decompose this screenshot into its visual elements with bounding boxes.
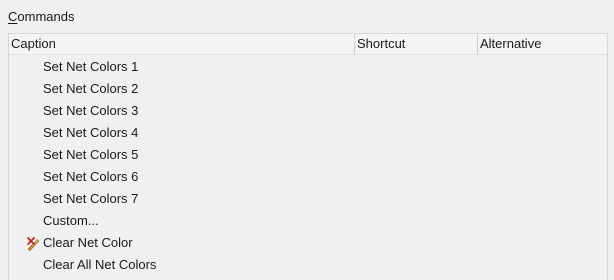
commands-panel: Commands Caption Shortcut Alternative Se…	[0, 0, 614, 280]
commands-label-accelerator: C	[8, 9, 18, 24]
commands-list[interactable]: Caption Shortcut Alternative Set Net Col…	[8, 33, 608, 280]
list-item-caption: Set Net Colors 7	[43, 191, 139, 206]
list-item-caption: Clear Net Color	[43, 235, 133, 250]
commands-label-rest: ommands	[17, 9, 75, 24]
list-item[interactable]: Set Net Colors 6	[9, 166, 607, 188]
commands-label: Commands	[8, 9, 74, 25]
list-item[interactable]: Set Net Colors 1	[9, 56, 607, 78]
list-item-caption: Set Net Colors 1	[43, 59, 139, 74]
clear-color-icon	[26, 236, 41, 252]
list-item-caption: Set Net Colors 5	[43, 147, 139, 162]
list-item[interactable]: Custom...	[9, 210, 607, 232]
list-rows: Set Net Colors 1 Set Net Colors 2 Set Ne…	[9, 55, 607, 276]
list-header: Caption Shortcut Alternative	[9, 34, 607, 55]
list-item[interactable]: Clear All Net Colors	[9, 254, 607, 276]
list-item-caption: Set Net Colors 4	[43, 125, 139, 140]
list-item[interactable]: Set Net Colors 7	[9, 188, 607, 210]
column-header-caption[interactable]: Caption	[9, 34, 355, 54]
list-item-caption: Set Net Colors 6	[43, 169, 139, 184]
list-item-caption: Set Net Colors 3	[43, 103, 139, 118]
list-item[interactable]: Clear Net Color	[9, 232, 607, 254]
column-header-shortcut[interactable]: Shortcut	[355, 34, 478, 54]
list-item[interactable]: Set Net Colors 5	[9, 144, 607, 166]
column-header-alternative[interactable]: Alternative	[478, 34, 605, 54]
list-item[interactable]: Set Net Colors 2	[9, 78, 607, 100]
list-item[interactable]: Set Net Colors 4	[9, 122, 607, 144]
list-item-caption: Clear All Net Colors	[43, 257, 157, 272]
list-item-caption: Custom...	[43, 213, 99, 228]
list-item-caption: Set Net Colors 2	[43, 81, 139, 96]
list-item[interactable]: Set Net Colors 3	[9, 100, 607, 122]
